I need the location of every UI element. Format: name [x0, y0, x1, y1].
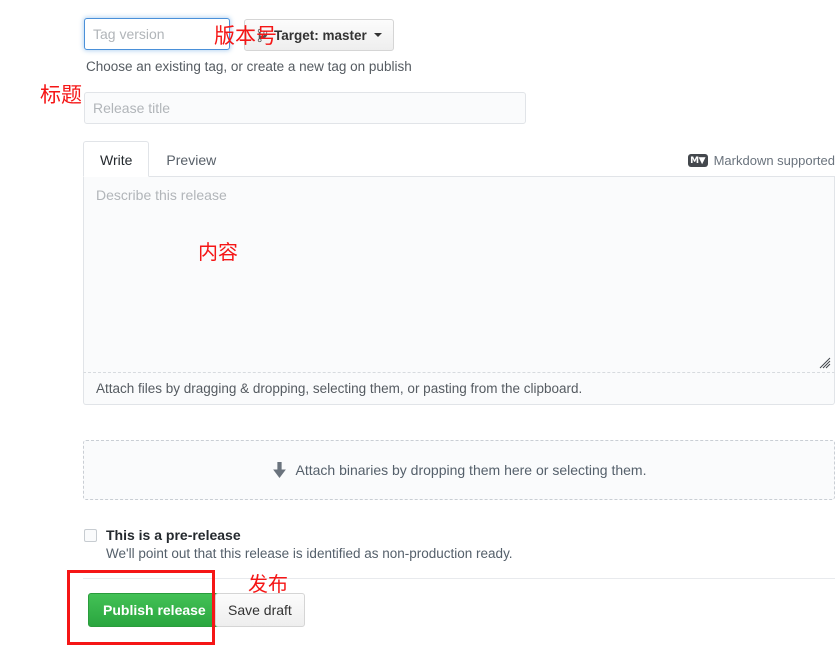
prerelease-label[interactable]: This is a pre-release	[106, 527, 241, 543]
tag-help-text: Choose an existing tag, or create a new …	[86, 59, 412, 74]
prerelease-section: This is a pre-release We'll point out th…	[84, 527, 513, 561]
git-branch-icon	[256, 28, 269, 43]
chevron-down-icon	[373, 33, 382, 37]
prerelease-row: This is a pre-release	[84, 527, 513, 543]
actions-divider	[83, 578, 835, 579]
markdown-supported-note[interactable]: M▼ Markdown supported	[687, 153, 835, 168]
release-title-input[interactable]	[84, 92, 526, 124]
markdown-supported-label: Markdown supported	[713, 153, 835, 168]
attach-binaries-dropzone[interactable]: Attach binaries by dropping them here or…	[83, 440, 835, 500]
tag-row: Target: master	[84, 18, 394, 51]
new-release-page: Target: master Choose an existing tag, o…	[0, 0, 836, 649]
attach-binaries-label: Attach binaries by dropping them here or…	[295, 462, 647, 478]
download-arrow-icon	[272, 461, 287, 479]
editor-tabnav: Write Preview M▼ Markdown supported	[83, 139, 835, 177]
prerelease-description: We'll point out that this release is ide…	[106, 546, 513, 561]
save-draft-button[interactable]: Save draft	[215, 593, 305, 627]
tag-version-input[interactable]	[84, 18, 230, 50]
target-branch-label: Target: master	[274, 27, 367, 43]
target-branch-button[interactable]: Target: master	[244, 19, 394, 51]
publish-release-button[interactable]: Publish release	[88, 593, 221, 627]
tab-write[interactable]: Write	[83, 141, 150, 177]
annotation-publish: 发布	[248, 572, 288, 596]
release-body-editor: Write Preview M▼ Markdown supported Desc…	[83, 139, 835, 405]
annotation-title: 标题	[40, 83, 82, 107]
release-description-placeholder: Describe this release	[96, 187, 227, 203]
markdown-icon: M▼	[687, 154, 708, 167]
attach-files-hint: Attach files by dragging & dropping, sel…	[83, 373, 835, 405]
release-description-textarea[interactable]: Describe this release	[83, 177, 835, 373]
prerelease-checkbox[interactable]	[84, 528, 97, 542]
textarea-resize-handle[interactable]	[819, 357, 831, 369]
tab-preview[interactable]: Preview	[149, 141, 233, 177]
